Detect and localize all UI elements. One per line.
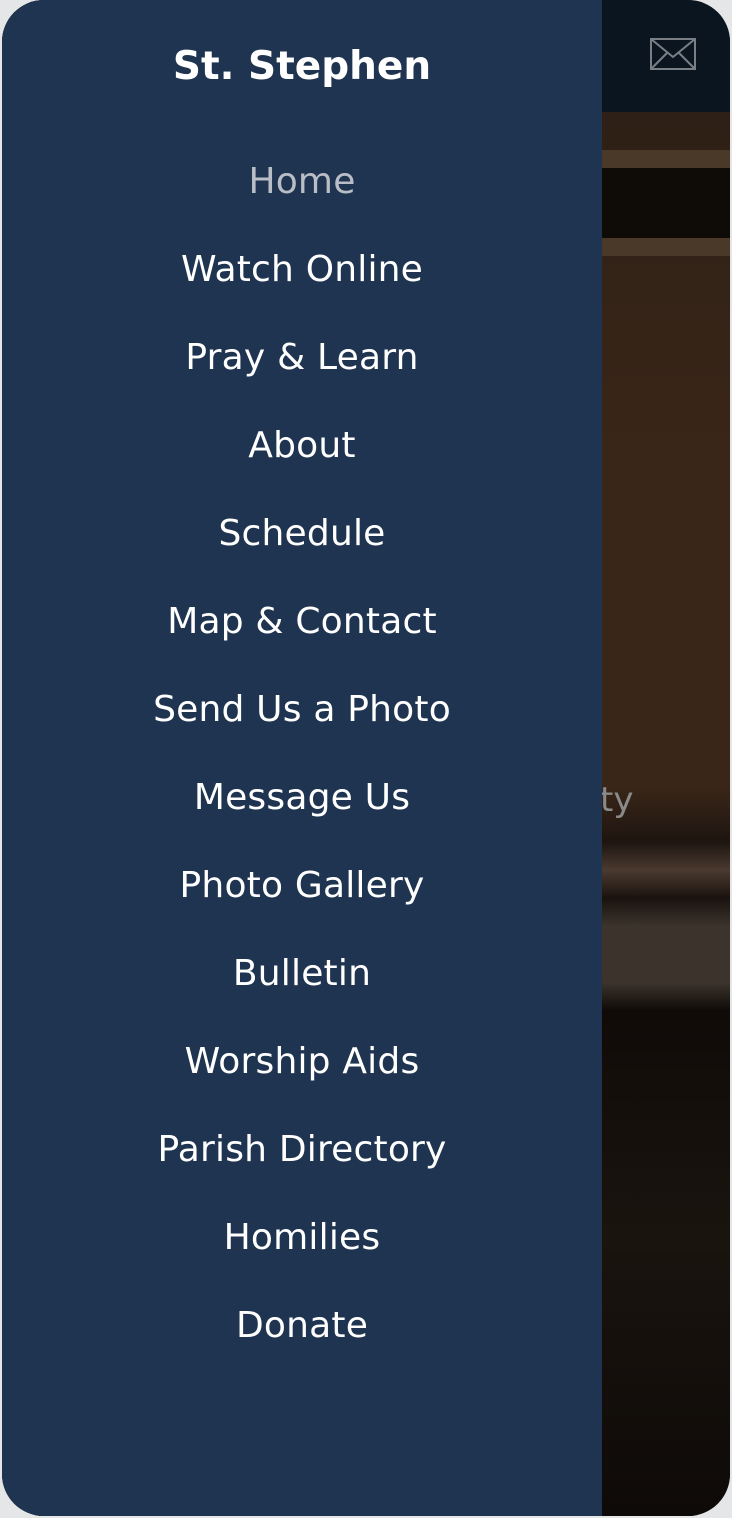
nav-item-map-contact[interactable]: Map & Contact	[2, 598, 602, 686]
nav-item-about[interactable]: About	[2, 422, 602, 510]
nav-item-photo-gallery[interactable]: Photo Gallery	[2, 862, 602, 950]
app-frame: ty St. Stephen Home Watch Online Pray & …	[2, 0, 730, 1516]
nav-item-message-us[interactable]: Message Us	[2, 774, 602, 862]
nav-item-pray-learn[interactable]: Pray & Learn	[2, 334, 602, 422]
nav-menu: Home Watch Online Pray & Learn About Sch…	[2, 158, 602, 1390]
nav-item-worship-aids[interactable]: Worship Aids	[2, 1038, 602, 1126]
nav-item-homilies[interactable]: Homilies	[2, 1214, 602, 1302]
nav-item-watch-online[interactable]: Watch Online	[2, 246, 602, 334]
hero-text: ty	[600, 780, 634, 820]
nav-item-home[interactable]: Home	[2, 158, 602, 246]
nav-drawer: St. Stephen Home Watch Online Pray & Lea…	[2, 0, 602, 1516]
drawer-title: St. Stephen	[172, 44, 432, 89]
nav-item-parish-directory[interactable]: Parish Directory	[2, 1126, 602, 1214]
hero-image-detail	[602, 150, 730, 256]
envelope-icon[interactable]	[650, 38, 696, 70]
nav-item-donate[interactable]: Donate	[2, 1302, 602, 1390]
nav-item-bulletin[interactable]: Bulletin	[2, 950, 602, 1038]
nav-item-schedule[interactable]: Schedule	[2, 510, 602, 598]
nav-item-send-photo[interactable]: Send Us a Photo	[2, 686, 602, 774]
